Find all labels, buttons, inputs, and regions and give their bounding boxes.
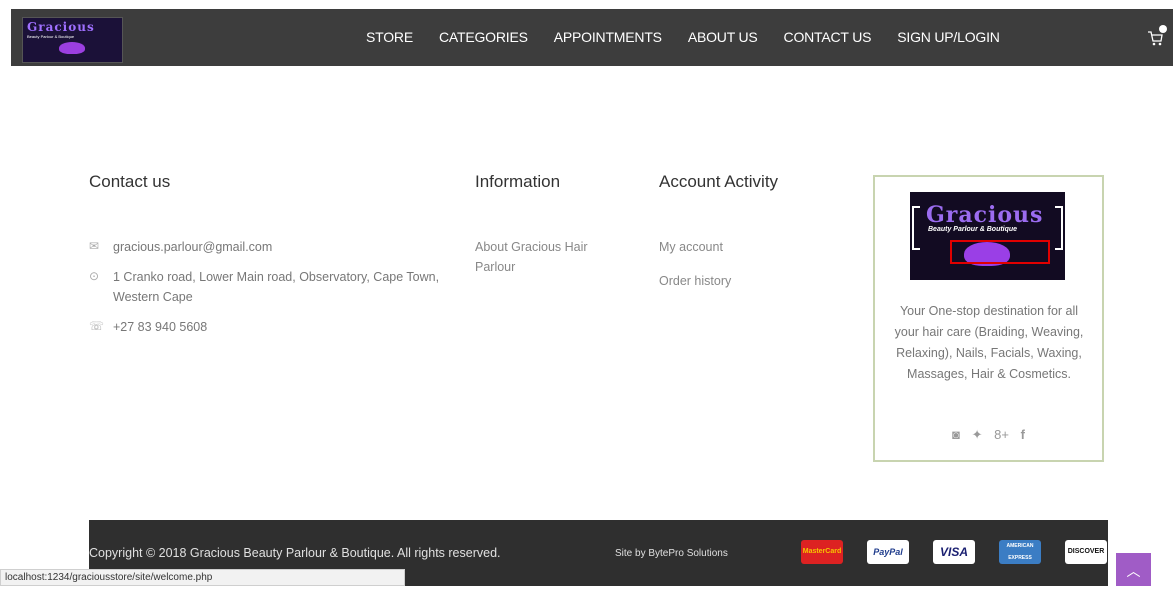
chevron-up-icon: ︿ — [1126, 563, 1141, 579]
brand-highlight-frame — [950, 240, 1050, 264]
contact-email-row: ✉ gracious.parlour@gmail.com — [89, 237, 459, 257]
logo-word: Gracious — [27, 20, 95, 34]
main-nav: STORE CATEGORIES APPOINTMENTS ABOUT US C… — [366, 29, 1026, 45]
nav-signup-login[interactable]: SIGN UP/LOGIN — [897, 29, 1000, 45]
nav-appointments[interactable]: APPOINTMENTS — [554, 29, 662, 45]
brand-description: Your One-stop destination for all your h… — [894, 304, 1084, 381]
facebook-icon[interactable]: f — [1021, 427, 1025, 442]
visa-icon: VISA — [933, 540, 975, 564]
contact-heading: Contact us — [89, 172, 171, 191]
cart-icon[interactable] — [1147, 25, 1167, 47]
logo-bracket-right — [1055, 206, 1063, 250]
cart-count-badge — [1159, 25, 1167, 33]
browser-status-url: localhost:1234/graciousstore/site/welcom… — [0, 569, 405, 586]
contact-address: 1 Cranko road, Lower Main road, Observat… — [113, 270, 440, 304]
contact-phone[interactable]: +27 83 940 5608 — [113, 320, 207, 334]
site-logo[interactable]: Gracious Beauty Parlour & Boutique — [22, 17, 123, 63]
nav-about-us[interactable]: ABOUT US — [688, 29, 758, 45]
site-by-text[interactable]: Site by BytePro Solutions — [615, 548, 728, 559]
nav-contact-us[interactable]: CONTACT US — [784, 29, 872, 45]
discover-icon: DISCOVER — [1065, 540, 1107, 564]
brand-logo-tagline: Beauty Parlour & Boutique — [928, 226, 1018, 233]
twitter-icon[interactable]: ✦ — [972, 427, 983, 442]
contact-address-row: ⊙ 1 Cranko road, Lower Main road, Observ… — [89, 267, 459, 307]
amex-icon: AMERICAN EXPRESS — [999, 540, 1041, 564]
link-order-history[interactable]: Order history — [659, 271, 839, 291]
information-heading: Information — [475, 172, 561, 191]
brand-logo-word: Gracious — [926, 202, 1044, 228]
nav-categories[interactable]: CATEGORIES — [439, 29, 528, 45]
contact-email[interactable]: gracious.parlour@gmail.com — [113, 240, 272, 254]
contact-column: Contact us ✉ gracious.parlour@gmail.com … — [89, 172, 459, 347]
back-to-top-button[interactable]: ︿ — [1116, 553, 1151, 586]
logo-head-icon — [59, 42, 85, 54]
paypal-icon: PayPal — [867, 540, 909, 564]
account-heading: Account Activity — [659, 172, 779, 191]
instagram-icon[interactable]: ◙ — [952, 427, 960, 442]
mastercard-icon: MasterCard — [801, 540, 843, 564]
contact-phone-row: ☏ +27 83 940 5608 — [89, 317, 459, 337]
brand-logo[interactable]: Gracious Beauty Parlour & Boutique — [910, 192, 1065, 280]
google-plus-icon[interactable]: 8+ — [994, 427, 1009, 442]
brand-box: Gracious Beauty Parlour & Boutique Your … — [873, 175, 1104, 462]
logo-bracket-left — [912, 206, 920, 250]
location-pin-icon: ⊙ — [89, 269, 100, 283]
link-about-gracious[interactable]: About Gracious Hair Parlour — [475, 237, 625, 277]
copyright-text: Copyright © 2018 Gracious Beauty Parlour… — [89, 546, 501, 560]
phone-icon: ☏ — [89, 319, 105, 333]
link-my-account[interactable]: My account — [659, 237, 839, 257]
logo-tagline: Beauty Parlour & Boutique — [27, 34, 75, 39]
social-links: ◙ ✦ 8+ f — [875, 427, 1102, 443]
nav-store[interactable]: STORE — [366, 29, 413, 45]
account-column: Account Activity My account Order histor… — [659, 172, 839, 291]
information-column: Information About Gracious Hair Parlour — [475, 172, 625, 277]
top-navbar: Gracious Beauty Parlour & Boutique STORE… — [11, 9, 1173, 66]
envelope-icon: ✉ — [89, 239, 100, 253]
